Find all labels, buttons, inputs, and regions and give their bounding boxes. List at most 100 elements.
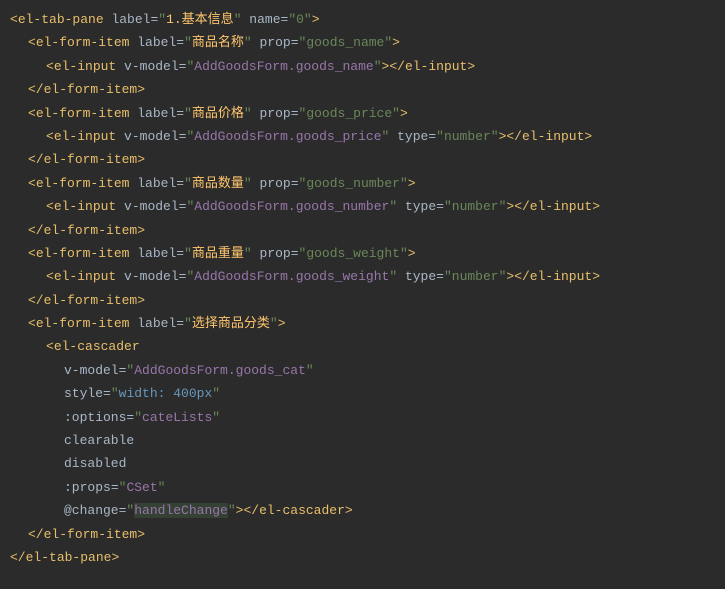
code-token: el-form-item — [44, 223, 138, 238]
code-token: el-input — [405, 59, 467, 74]
code-line[interactable]: <el-form-item label="商品价格" prop="goods_p… — [10, 102, 715, 125]
code-token: > — [408, 176, 416, 191]
code-token: AddGoodsForm.goods_name — [194, 59, 373, 74]
code-token: = — [176, 316, 184, 331]
code-line[interactable]: </el-form-item> — [10, 219, 715, 242]
code-line[interactable]: <el-input v-model="AddGoodsForm.goods_pr… — [10, 125, 715, 148]
code-token: 商品数量 — [192, 176, 244, 191]
code-token: prop — [252, 35, 291, 50]
code-token: = — [428, 129, 436, 144]
code-token: prop — [252, 106, 291, 121]
code-token: " — [212, 410, 220, 425]
code-token: el-form-item — [36, 106, 130, 121]
code-editor[interactable]: <el-tab-pane label="1.基本信息" name="0"><el… — [0, 0, 725, 577]
code-token: label — [129, 106, 176, 121]
code-line[interactable]: v-model="AddGoodsForm.goods_cat" — [10, 359, 715, 382]
code-token: " — [244, 35, 252, 50]
code-token: = — [176, 246, 184, 261]
code-token: el-form-item — [44, 293, 138, 308]
code-line[interactable]: </el-form-item> — [10, 289, 715, 312]
code-token: "number" — [444, 199, 506, 214]
code-token: > — [408, 246, 416, 261]
code-line[interactable]: style="width: 400px" — [10, 382, 715, 405]
code-token: AddGoodsForm.goods_price — [194, 129, 381, 144]
code-token: handleChange — [134, 503, 228, 518]
code-token: el-input — [530, 269, 592, 284]
code-token: el-form-item — [44, 527, 138, 542]
code-token: " — [234, 12, 242, 27]
code-token: type — [389, 129, 428, 144]
code-token: style — [64, 386, 103, 401]
code-token: 商品重量 — [192, 246, 244, 261]
code-token: el-form-item — [36, 316, 130, 331]
code-line[interactable]: <el-form-item label="商品重量" prop="goods_w… — [10, 242, 715, 265]
code-line[interactable]: <el-form-item label="商品名称" prop="goods_n… — [10, 31, 715, 54]
code-token: v-model — [64, 363, 119, 378]
code-line[interactable]: disabled — [10, 452, 715, 475]
code-line[interactable]: :options="cateLists" — [10, 406, 715, 429]
code-token: el-input — [54, 59, 116, 74]
code-token: > — [137, 527, 145, 542]
code-line[interactable]: </el-tab-pane> — [10, 546, 715, 569]
code-token: el-form-item — [36, 246, 130, 261]
code-line[interactable]: <el-input v-model="AddGoodsForm.goods_we… — [10, 265, 715, 288]
code-token: = — [103, 386, 111, 401]
code-line[interactable]: </el-form-item> — [10, 523, 715, 546]
code-token: cateLists — [142, 410, 212, 425]
code-token: " — [184, 176, 192, 191]
code-token: < — [46, 339, 54, 354]
code-line[interactable]: </el-form-item> — [10, 148, 715, 171]
code-token: " — [111, 386, 119, 401]
code-token: ></ — [499, 129, 522, 144]
code-token: "goods_weight" — [299, 246, 408, 261]
code-token: " — [244, 246, 252, 261]
code-token: = — [291, 106, 299, 121]
code-token: </ — [28, 152, 44, 167]
code-line[interactable]: <el-form-item label="商品数量" prop="goods_n… — [10, 172, 715, 195]
code-line[interactable]: </el-form-item> — [10, 78, 715, 101]
code-token: < — [46, 199, 54, 214]
code-token: ></ — [236, 503, 259, 518]
code-line[interactable]: <el-input v-model="AddGoodsForm.goods_na… — [10, 55, 715, 78]
code-line[interactable]: :props="CSet" — [10, 476, 715, 499]
code-token: " — [244, 176, 252, 191]
code-token: label — [129, 246, 176, 261]
code-token: > — [467, 59, 475, 74]
code-token: > — [584, 129, 592, 144]
code-token: v-model — [116, 129, 178, 144]
code-token: < — [28, 35, 36, 50]
code-line[interactable]: clearable — [10, 429, 715, 452]
code-token: AddGoodsForm.goods_number — [194, 199, 389, 214]
code-token: " — [184, 246, 192, 261]
code-token: ></ — [382, 59, 405, 74]
code-token: el-input — [530, 199, 592, 214]
code-line[interactable]: @change="handleChange"></el-cascader> — [10, 499, 715, 522]
code-token: " — [134, 410, 142, 425]
code-line[interactable]: <el-form-item label="选择商品分类"> — [10, 312, 715, 335]
code-token: v-model — [116, 199, 178, 214]
code-line[interactable]: <el-cascader — [10, 335, 715, 358]
code-token: > — [312, 12, 320, 27]
code-token: " — [270, 316, 278, 331]
code-token: el-tab-pane — [18, 12, 104, 27]
code-token: el-form-item — [36, 176, 130, 191]
code-token: = — [111, 480, 119, 495]
code-token: < — [28, 176, 36, 191]
code-token: > — [137, 293, 145, 308]
code-token: > — [278, 316, 286, 331]
code-token: el-cascader — [54, 339, 140, 354]
code-token: = — [176, 176, 184, 191]
code-token: v-model — [116, 269, 178, 284]
code-line[interactable]: <el-input v-model="AddGoodsForm.goods_nu… — [10, 195, 715, 218]
code-line[interactable]: <el-tab-pane label="1.基本信息" name="0"> — [10, 8, 715, 31]
code-token: " — [158, 480, 166, 495]
code-token: = — [291, 246, 299, 261]
code-token: < — [28, 316, 36, 331]
code-token: "goods_price" — [299, 106, 400, 121]
code-token: < — [46, 269, 54, 284]
code-token: < — [10, 12, 18, 27]
code-token: > — [137, 223, 145, 238]
code-token: "goods_name" — [299, 35, 393, 50]
code-token: disabled — [64, 456, 126, 471]
code-token: " — [389, 269, 397, 284]
